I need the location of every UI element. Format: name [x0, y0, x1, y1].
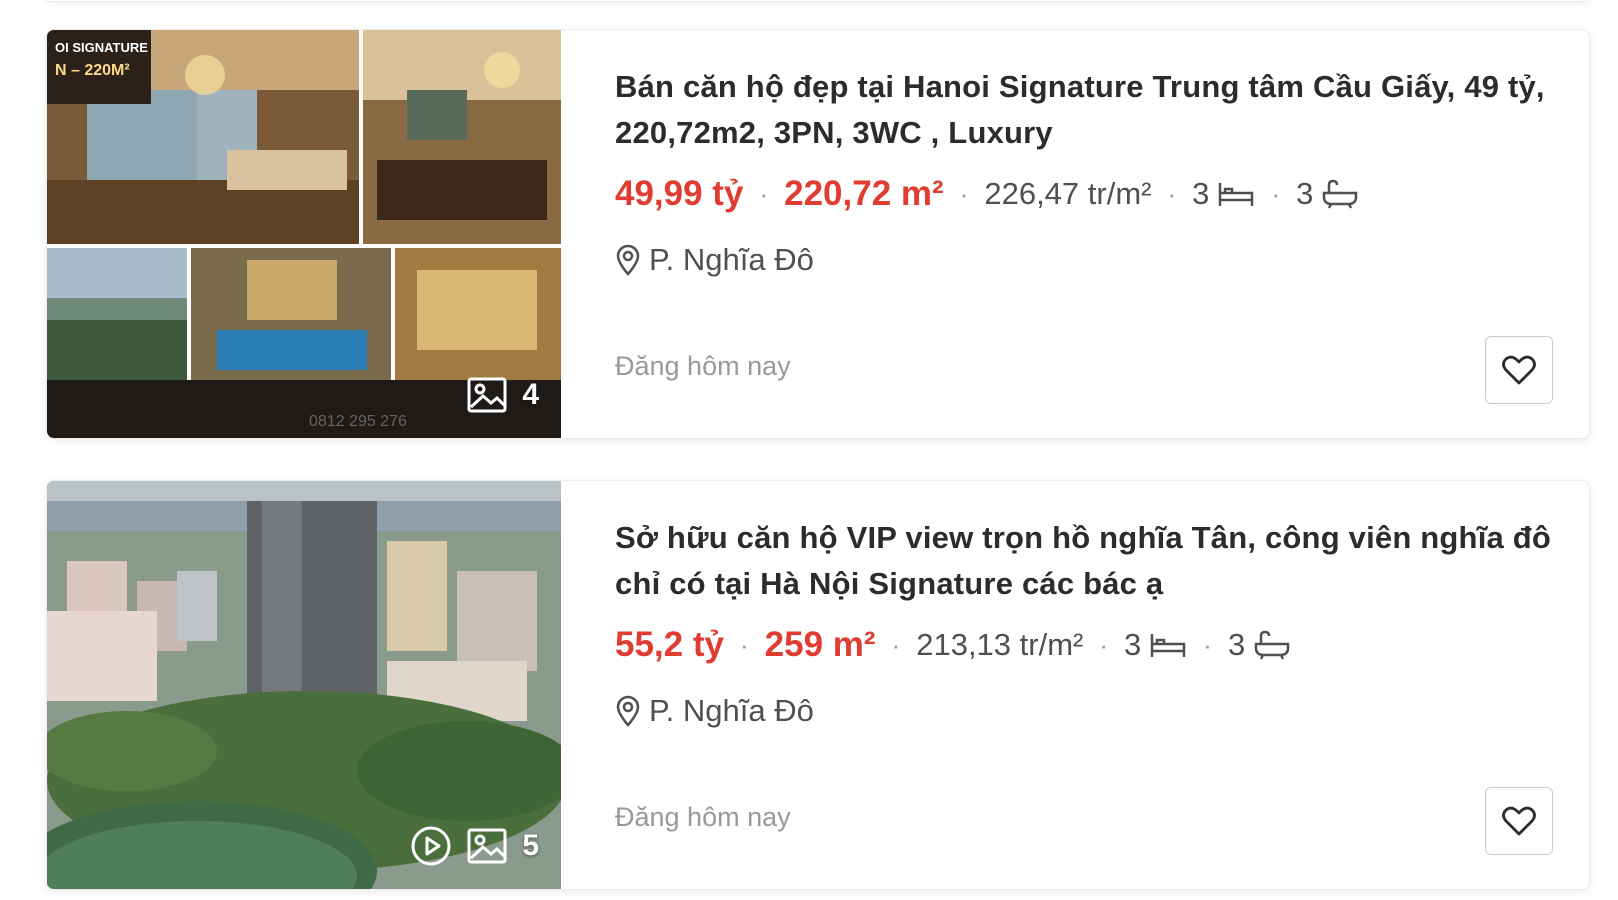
separator-dot: ·: [739, 629, 749, 660]
listing-card[interactable]: OI SIGNATURE N – 220M² 0812 295 276 4 Bá…: [46, 29, 1590, 439]
separator-dot: ·: [959, 178, 969, 209]
posted-date: Đăng hôm nay: [615, 802, 791, 832]
location-text: P. Nghĩa Đô: [649, 693, 814, 728]
media-badges: 4: [466, 374, 539, 416]
previous-listing-card-edge: [46, 0, 1590, 2]
bed-icon: [1219, 183, 1254, 206]
listing-location: P. Nghĩa Đô: [615, 693, 1553, 729]
location-pin-icon: [616, 244, 640, 276]
listing-title[interactable]: Sở hữu căn hộ VIP view trọn hồ nghĩa Tân…: [615, 515, 1553, 607]
listing-stats: 55,2 tỷ · 259 m² · 213,13 tr/m² · 3 · 3: [615, 625, 1553, 665]
price-per-m2: 213,13 tr/m²: [916, 627, 1084, 662]
listing-info: Sở hữu căn hộ VIP view trọn hồ nghĩa Tân…: [615, 515, 1553, 889]
bedroom-count: 3: [1192, 176, 1255, 212]
photo-count: 5: [522, 829, 539, 862]
image-gallery-icon: [467, 828, 507, 864]
listing-area: 259 m²: [764, 625, 876, 664]
listing-title[interactable]: Bán căn hộ đẹp tại Hanoi Signature Trung…: [615, 64, 1553, 156]
separator-dot: ·: [1099, 629, 1109, 660]
listing-thumbnail[interactable]: OI SIGNATURE N – 220M² 0812 295 276 4: [47, 30, 561, 438]
separator-dot: ·: [1271, 178, 1281, 209]
save-favorite-button[interactable]: [1485, 787, 1553, 855]
save-favorite-button[interactable]: [1485, 336, 1553, 404]
listing-stats: 49,99 tỷ · 220,72 m² · 226,47 tr/m² · 3 …: [615, 174, 1553, 214]
heart-icon: [1502, 806, 1536, 836]
separator-dot: ·: [1203, 629, 1212, 660]
separator-dot: ·: [1167, 178, 1177, 209]
listing-area: 220,72 m²: [784, 174, 944, 213]
listing-card[interactable]: 5 Sở hữu căn hộ VIP view trọn hồ nghĩa T…: [46, 480, 1590, 890]
listing-price: 55,2 tỷ: [615, 625, 724, 664]
price-per-m2: 226,47 tr/m²: [984, 176, 1152, 211]
image-gallery-icon: [467, 377, 507, 413]
bathroom-count: 3: [1228, 627, 1291, 663]
listing-price: 49,99 tỷ: [615, 174, 744, 213]
listing-thumbnail[interactable]: 5: [47, 481, 561, 889]
separator-dot: ·: [891, 629, 901, 660]
listing-location: P. Nghĩa Đô: [615, 242, 1553, 278]
photo-count: 4: [522, 378, 539, 411]
phone-watermark: 0812 295 276: [309, 413, 407, 430]
bath-icon: [1323, 179, 1358, 209]
banner-text-line2: N – 220M²: [55, 62, 130, 79]
posted-date: Đăng hôm nay: [615, 351, 791, 381]
listing-info: Bán căn hộ đẹp tại Hanoi Signature Trung…: [615, 64, 1553, 438]
bedroom-count: 3: [1124, 627, 1187, 663]
location-pin-icon: [616, 695, 640, 727]
bath-icon: [1254, 630, 1290, 660]
bed-icon: [1151, 634, 1186, 657]
media-badges: 5: [410, 825, 539, 867]
bathroom-count: 3: [1296, 176, 1359, 212]
location-text: P. Nghĩa Đô: [649, 242, 814, 277]
separator-dot: ·: [759, 178, 769, 209]
heart-icon: [1502, 355, 1536, 385]
video-play-icon: [411, 826, 451, 866]
banner-text-line1: OI SIGNATURE: [55, 40, 148, 55]
